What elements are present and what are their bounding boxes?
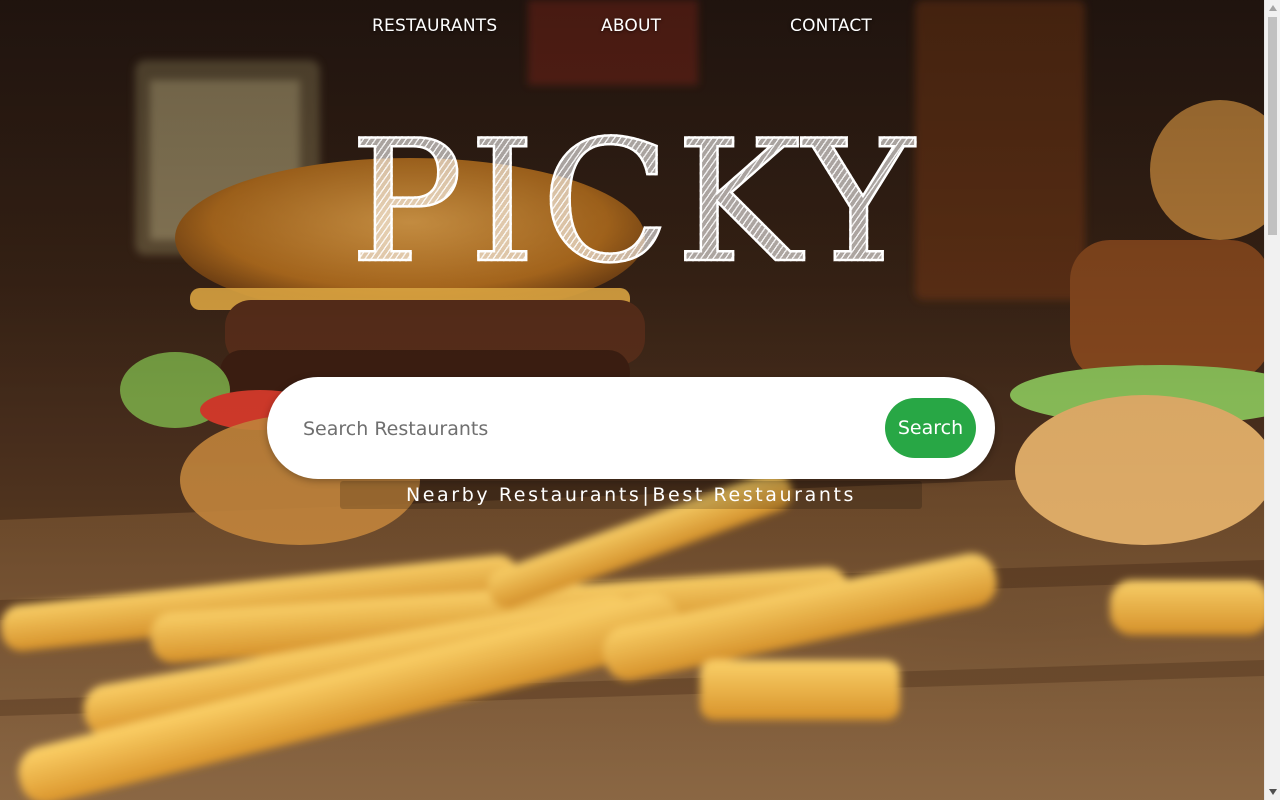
triangle-up-icon[interactable]: [1265, 0, 1280, 16]
nav-link-contact[interactable]: CONTACT: [790, 16, 872, 36]
search-input[interactable]: [301, 407, 865, 451]
top-nav: RESTAURANTS ABOUT CONTACT: [0, 16, 1264, 42]
scrollbar-thumb[interactable]: [1268, 17, 1277, 235]
nav-link-restaurants[interactable]: RESTAURANTS: [372, 16, 497, 36]
restaurant-filter-links: Nearby Restaurants|Best Restaurants: [340, 481, 922, 509]
triangle-down-icon[interactable]: [1265, 784, 1280, 800]
nearby-restaurants-link[interactable]: Nearby Restaurants: [406, 484, 641, 506]
site-logo: PICKY: [290, 111, 980, 294]
search-bar: Search: [267, 377, 995, 479]
nav-link-about[interactable]: ABOUT: [601, 16, 661, 36]
landing-page: RESTAURANTS ABOUT CONTACT PICKY Search N…: [0, 0, 1280, 800]
search-button[interactable]: Search: [885, 398, 976, 458]
vertical-scrollbar[interactable]: [1264, 0, 1280, 800]
best-restaurants-link[interactable]: Best Restaurants: [652, 484, 856, 506]
link-separator: |: [642, 484, 652, 506]
